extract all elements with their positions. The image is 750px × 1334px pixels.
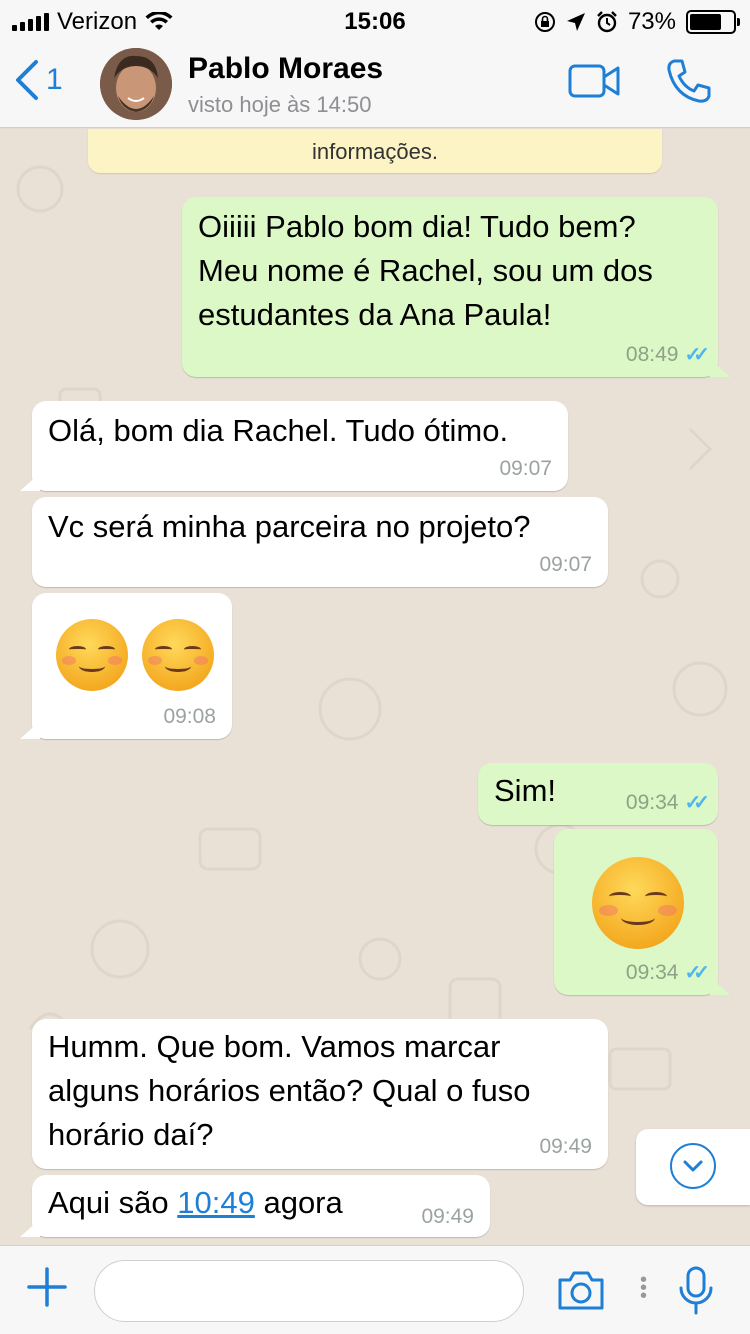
video-call-button[interactable] bbox=[568, 64, 620, 103]
message-bubble-outgoing[interactable]: Oiiiii Pablo bom dia! Tudo bem? Meu nome… bbox=[182, 197, 718, 377]
smiling-face-emoji bbox=[142, 619, 214, 691]
read-receipt-icon: ✓✓ bbox=[684, 792, 709, 814]
message-text: Sim! bbox=[494, 773, 556, 808]
emoji-blush bbox=[193, 656, 209, 666]
message-input-bar: • • • bbox=[0, 1245, 750, 1334]
message-time: 09:34 bbox=[625, 961, 679, 984]
message-bubble-outgoing-emoji[interactable]: 09:34 ✓✓ bbox=[554, 829, 718, 995]
emoji-eye bbox=[608, 891, 631, 901]
time-link[interactable]: 10:49 bbox=[177, 1185, 255, 1220]
emoji-eye bbox=[645, 891, 668, 901]
avatar-image bbox=[100, 48, 172, 120]
contact-name[interactable]: Pablo Moraes bbox=[188, 52, 383, 86]
scroll-circle bbox=[670, 1143, 716, 1189]
smiling-face-emoji bbox=[56, 619, 128, 691]
message-line: Oiiiii Pablo bom dia! Tudo bem? bbox=[198, 209, 636, 244]
video-camera-icon bbox=[568, 64, 620, 98]
message-bubble-incoming[interactable]: Vc será minha parceira no projeto? 09:07 bbox=[32, 497, 608, 587]
emoji-blush bbox=[107, 656, 123, 666]
message-bubble-incoming-emoji[interactable]: 09:08 bbox=[32, 593, 232, 739]
message-line: Meu nome é Rachel, sou um dos bbox=[198, 253, 653, 288]
plus-icon bbox=[27, 1267, 67, 1307]
location-icon bbox=[566, 13, 585, 31]
emoji-eye bbox=[183, 646, 202, 653]
message-bubble-incoming[interactable]: Olá, bom dia Rachel. Tudo ótimo. 09:07 bbox=[32, 401, 568, 491]
message-time: 09:07 bbox=[539, 553, 592, 576]
voice-message-button[interactable] bbox=[678, 1266, 714, 1321]
message-list[interactable]: informações. Oiiiii Pablo bom dia! Tudo … bbox=[0, 129, 750, 1245]
scroll-to-bottom-button[interactable] bbox=[636, 1129, 750, 1205]
message-bubble-incoming[interactable]: Aqui são 10:49 agora 09:49 bbox=[32, 1175, 490, 1237]
attach-button[interactable] bbox=[26, 1266, 68, 1313]
chat-header: 1 Pablo Moraes visto hoje às 14:50 bbox=[0, 40, 750, 128]
battery-icon bbox=[686, 10, 740, 34]
message-time: 09:08 bbox=[163, 705, 216, 728]
camera-button[interactable] bbox=[556, 1268, 606, 1317]
message-input[interactable] bbox=[94, 1260, 524, 1322]
read-receipt-icon: ✓✓ bbox=[684, 344, 709, 366]
message-text: Oiiiii Pablo bom dia! Tudo bem? Meu nome… bbox=[198, 205, 653, 337]
message-bubble-outgoing[interactable]: Sim! 09:34 ✓✓ bbox=[478, 763, 718, 825]
message-bubble-incoming[interactable]: Humm. Que bom. Vamos marcar alguns horár… bbox=[32, 1019, 608, 1169]
camera-icon bbox=[558, 1271, 604, 1310]
last-seen-status: visto hoje às 14:50 bbox=[188, 92, 372, 117]
voice-call-button[interactable] bbox=[666, 58, 712, 109]
status-right: 73% bbox=[534, 8, 740, 36]
message-time: 09:49 bbox=[539, 1135, 592, 1158]
message-text-part: Aqui são bbox=[48, 1185, 178, 1220]
message-line: Humm. Que bom. Vamos marcar bbox=[48, 1029, 501, 1064]
battery-fill bbox=[690, 14, 721, 30]
emoji-eye bbox=[154, 646, 173, 653]
emoji-eye bbox=[68, 646, 87, 653]
alarm-icon bbox=[597, 11, 617, 33]
emoji-mouth bbox=[621, 910, 655, 926]
message-meta: 09:34 ✓✓ bbox=[625, 791, 710, 815]
emoji-blush bbox=[658, 904, 677, 916]
message-meta: 09:34 ✓✓ bbox=[625, 961, 710, 985]
divider-dots: • • • bbox=[640, 1269, 648, 1307]
emoji-eye bbox=[97, 646, 116, 653]
emoji-blush bbox=[147, 656, 163, 666]
system-info-message: informações. bbox=[88, 129, 662, 173]
message-line: estudantes da Ana Paula! bbox=[198, 297, 552, 332]
microphone-icon bbox=[679, 1266, 713, 1315]
emoji-mouth bbox=[165, 661, 191, 673]
message-meta: 08:49 ✓✓ bbox=[625, 343, 710, 367]
read-receipt-icon: ✓✓ bbox=[684, 962, 709, 984]
chevron-left-icon bbox=[16, 60, 38, 100]
message-line: horário daí? bbox=[48, 1117, 214, 1152]
message-line: alguns horários então? Qual o fuso bbox=[48, 1073, 531, 1108]
message-time: 09:07 bbox=[499, 457, 552, 480]
message-text: Humm. Que bom. Vamos marcar alguns horár… bbox=[48, 1025, 531, 1157]
battery-percent: 73% bbox=[627, 8, 676, 35]
chevron-down-icon bbox=[683, 1160, 703, 1172]
status-bar: Verizon 15:06 73% bbox=[0, 0, 750, 40]
unread-count: 1 bbox=[46, 63, 63, 96]
contact-avatar[interactable] bbox=[100, 48, 172, 120]
orientation-lock-icon bbox=[534, 12, 555, 32]
emoji-mouth bbox=[79, 661, 105, 673]
message-text: Olá, bom dia Rachel. Tudo ótimo. bbox=[48, 413, 509, 448]
back-button[interactable]: 1 bbox=[14, 58, 63, 102]
message-text: Vc será minha parceira no projeto? bbox=[48, 509, 531, 544]
emoji-blush bbox=[599, 904, 618, 916]
message-text: Aqui são 10:49 agora bbox=[48, 1181, 343, 1225]
message-time: 09:34 bbox=[625, 791, 679, 814]
message-time: 08:49 bbox=[625, 343, 679, 366]
phone-icon bbox=[667, 59, 711, 103]
smiling-face-emoji bbox=[592, 857, 684, 949]
message-time: 09:49 bbox=[421, 1205, 474, 1228]
message-text-part: agora bbox=[254, 1185, 343, 1220]
emoji-blush bbox=[61, 656, 77, 666]
